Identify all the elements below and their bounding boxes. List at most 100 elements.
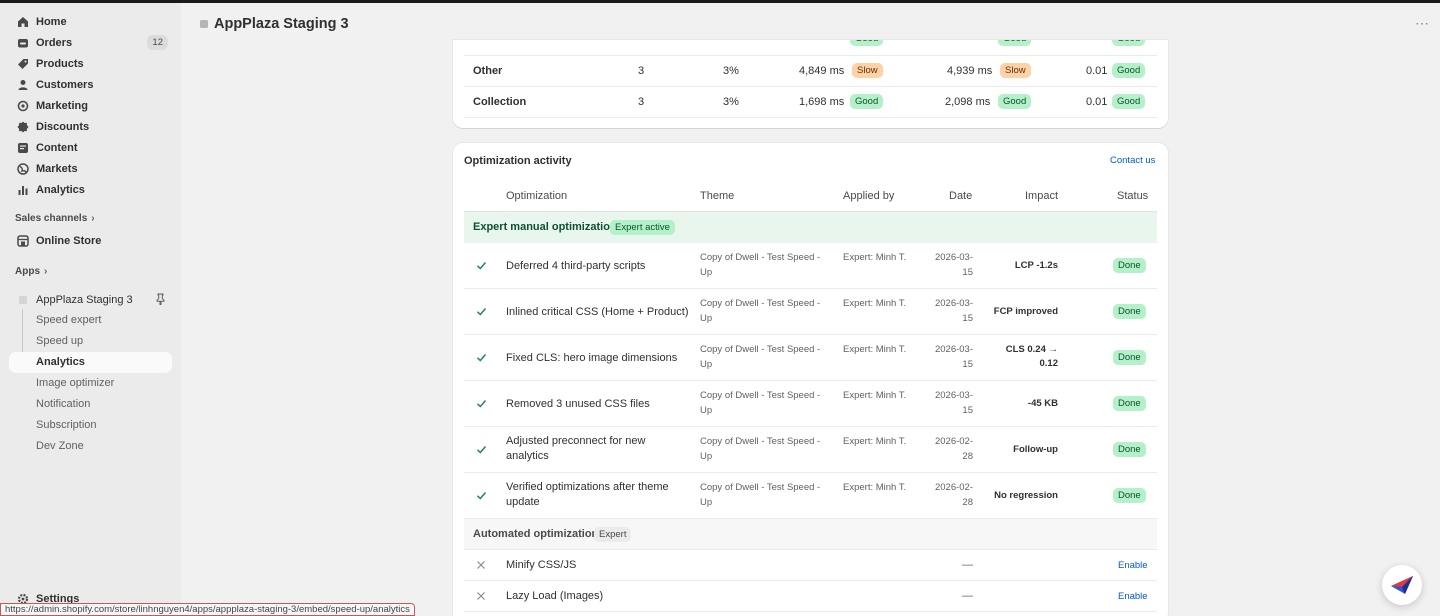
sidebar-subitem-speed-expert[interactable]: Speed expert	[9, 310, 172, 331]
theme-cell: Copy of Dwell - Test Speed - Up	[700, 482, 821, 508]
home-icon	[17, 16, 29, 28]
enable-button[interactable]: Enable	[1118, 591, 1148, 602]
cls-cell: 0.01	[1086, 96, 1108, 108]
optimization-name: Fixed CLS: hero image dimensions	[506, 352, 678, 364]
sidebar-subitem-subscription[interactable]: Subscription	[9, 415, 172, 436]
row-divider	[464, 472, 1157, 473]
sidebar-subitem-label: Speed expert	[36, 314, 102, 326]
sales-channels-label: Sales channels	[15, 213, 88, 224]
sidebar-item-discounts[interactable]: Discounts	[9, 116, 172, 137]
applied-by-cell: Expert: Minh T.	[843, 252, 907, 263]
row-divider	[464, 288, 1157, 289]
sidebar-item-content[interactable]: Content	[9, 137, 172, 158]
column-header-optimization: Optimization	[506, 190, 568, 202]
sidebar-item-products[interactable]: Products	[9, 53, 172, 74]
row-divider	[464, 380, 1157, 381]
lcp-cell: 4,849 ms	[799, 65, 845, 77]
optimization-name: Adjusted preconnect for new analytics	[506, 435, 646, 462]
impact-cell: LCP -1.2s	[1014, 260, 1058, 271]
sidebar-subitem-label: Subscription	[36, 419, 97, 431]
floating-app-button[interactable]	[1382, 565, 1422, 605]
count-cell: 3	[638, 65, 645, 77]
content-icon	[17, 142, 29, 154]
sidebar-item-customers[interactable]: Customers	[9, 74, 172, 95]
impact-cell: Follow-up	[1013, 444, 1058, 455]
sidebar: Home Orders 12 Products Customers Market…	[0, 3, 181, 616]
sidebar-item-orders[interactable]: Orders 12	[9, 32, 172, 53]
apps-header[interactable]: Apps ›	[15, 266, 47, 277]
status-badge: Done	[1113, 396, 1146, 411]
impact-cell: -45 KB	[1027, 398, 1058, 409]
row-divider	[464, 611, 1157, 612]
more-actions-button[interactable]: ⋯	[1415, 15, 1430, 32]
sidebar-item-markets[interactable]: Markets	[9, 158, 172, 179]
status-badge: Good	[850, 94, 884, 109]
theme-cell: Copy of Dwell - Test Speed - Up	[700, 298, 821, 324]
manual-optimization-group: Expert manual optimization Expert active	[464, 212, 1157, 243]
sidebar-item-marketing[interactable]: Marketing	[9, 95, 172, 116]
check-icon	[476, 446, 487, 454]
page-performance-card: Good Good Good Other 3 3% 4,849 ms Slow …	[453, 40, 1168, 128]
status-badge: Good	[998, 40, 1032, 46]
column-header-date: Date	[949, 190, 973, 202]
row-divider	[464, 549, 1157, 550]
status-badge: Slow	[1000, 63, 1031, 78]
date-cell: 2026-03-15	[934, 390, 973, 416]
fcp-cell: 2,098 ms	[945, 96, 991, 108]
status-badge: Done	[1113, 258, 1146, 273]
applied-by-cell: Expert: Minh T.	[843, 298, 907, 309]
expert-badge: Expert	[594, 527, 632, 542]
row-divider	[464, 86, 1157, 87]
pin-icon[interactable]	[155, 293, 166, 308]
date-cell: 2026-03-15	[934, 252, 973, 278]
row-divider	[464, 117, 1157, 118]
sidebar-item-appplaza[interactable]: AppPlaza Staging 3	[9, 289, 172, 310]
sidebar-item-label: Online Store	[36, 234, 102, 247]
sales-channels-header[interactable]: Sales channels ›	[15, 213, 95, 224]
sidebar-item-online-store[interactable]: Online Store	[9, 230, 172, 251]
bar-chart-icon	[17, 184, 29, 196]
date-cell: 2026-02-28	[934, 482, 973, 508]
sidebar-subitem-notification[interactable]: Notification	[9, 394, 172, 415]
check-icon	[476, 308, 487, 316]
sidebar-subitem-analytics[interactable]: Analytics	[9, 352, 172, 373]
page-title: AppPlaza Staging 3	[214, 16, 349, 32]
applied-by-cell: Expert: Minh T.	[843, 482, 907, 493]
discount-icon	[17, 121, 29, 133]
cls-cell: 0.01	[1086, 65, 1108, 77]
sidebar-item-home[interactable]: Home	[9, 11, 172, 32]
applied-by-cell: Expert: Minh T.	[843, 436, 907, 447]
sidebar-subitem-dev-zone[interactable]: Dev Zone	[9, 436, 172, 457]
automated-optimization-group: Automated optimization Expert	[464, 519, 1157, 549]
status-badge: Good	[998, 94, 1032, 109]
row-divider	[464, 334, 1157, 335]
theme-cell: Copy of Dwell - Test Speed - Up	[700, 436, 821, 462]
optimization-name: Deferred 4 third-party scripts	[506, 260, 646, 272]
sidebar-subitem-label: Image optimizer	[36, 377, 115, 389]
status-badge: Done	[1113, 350, 1146, 365]
app-icon	[17, 294, 29, 306]
globe-icon	[17, 162, 29, 175]
column-header-status: Status	[1117, 190, 1149, 202]
sidebar-subitem-label: Analytics	[36, 356, 85, 368]
page-type-cell: Collection	[473, 96, 527, 108]
row-divider	[464, 55, 1157, 56]
sidebar-item-label: Products	[36, 57, 84, 70]
sidebar-item-label: Content	[36, 141, 78, 154]
date-cell: 2026-02-28	[934, 436, 973, 462]
contact-us-link[interactable]: Contact us	[1110, 155, 1155, 166]
theme-cell: Copy of Dwell - Test Speed - Up	[700, 390, 821, 416]
enable-button[interactable]: Enable	[1118, 560, 1148, 571]
person-icon	[17, 79, 29, 91]
status-bar-url: https://admin.shopify.com/store/linhnguy…	[0, 603, 415, 616]
status-badge: Good	[1112, 40, 1146, 46]
chevron-right-icon: ›	[91, 213, 95, 224]
sidebar-item-analytics[interactable]: Analytics	[9, 179, 172, 200]
optimization-name: Removed 3 unused CSS files	[506, 398, 650, 410]
orders-count-badge: 12	[147, 35, 168, 50]
sidebar-subitem-speed-up[interactable]: Speed up	[9, 331, 172, 352]
status-badge: Good	[1112, 94, 1146, 109]
x-icon	[477, 561, 485, 569]
sidebar-subitem-image-optimizer[interactable]: Image optimizer	[9, 373, 172, 394]
row-divider	[464, 426, 1157, 427]
